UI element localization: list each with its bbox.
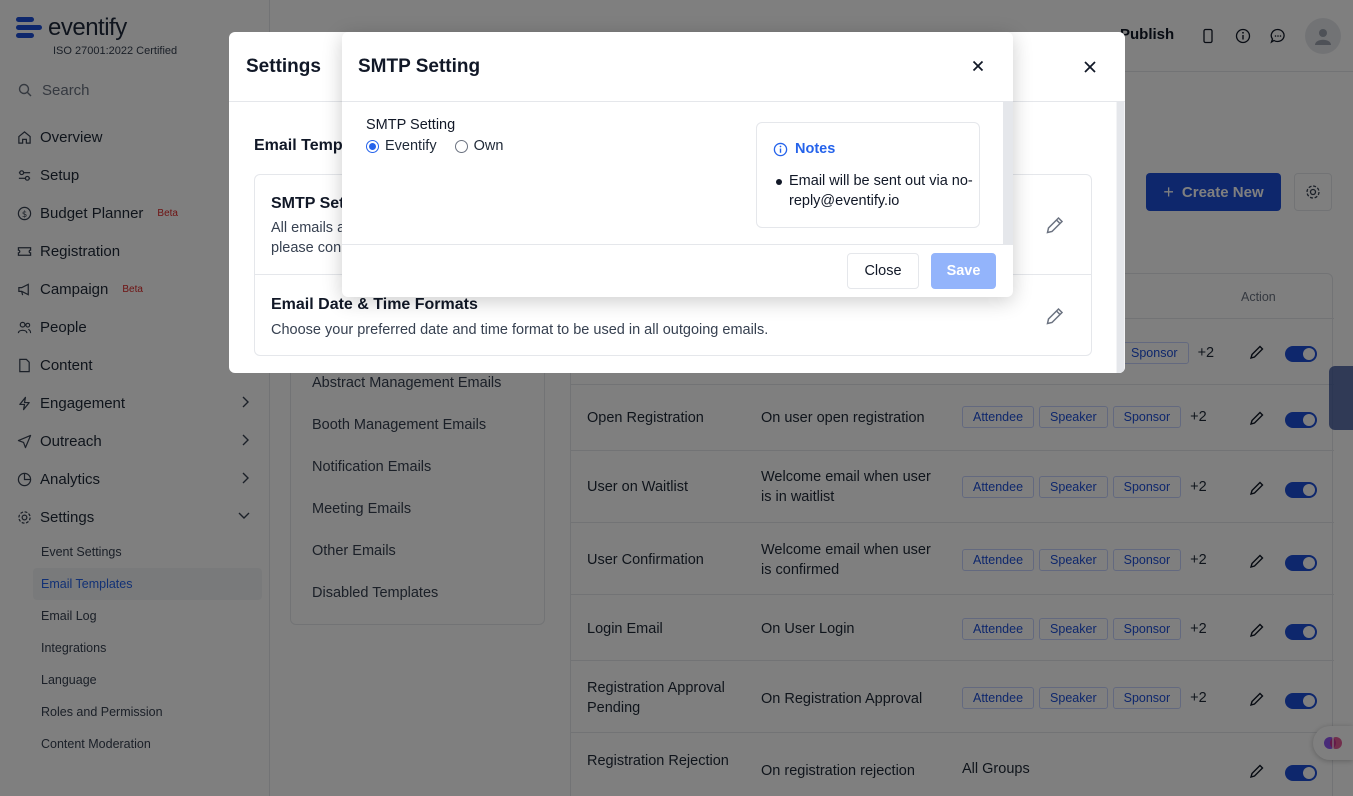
edit-icon[interactable]	[1045, 215, 1065, 235]
radio-label-own[interactable]: Own	[474, 138, 504, 154]
notes-title: Notes	[795, 141, 836, 157]
notes-box: Notes Email will be sent out via no-repl…	[756, 122, 980, 228]
card-title: Email Date & Time Formats	[271, 296, 478, 313]
divider	[342, 101, 1013, 102]
card-description: Choose your preferred date and time form…	[271, 322, 769, 338]
close-button[interactable]: Close	[847, 253, 919, 289]
smtp-option-group: Eventify Own	[366, 138, 503, 154]
settings-modal-title: Settings	[246, 56, 321, 77]
card-title: SMTP Set	[271, 195, 345, 212]
info-icon	[773, 142, 788, 157]
notes-text: Email will be sent out via no-reply@even…	[789, 173, 973, 209]
radio-own[interactable]	[454, 139, 468, 153]
smtp-modal-title: SMTP Setting	[358, 56, 481, 77]
save-button[interactable]: Save	[931, 253, 996, 289]
radio-eventify[interactable]	[366, 139, 379, 153]
close-icon[interactable]	[970, 58, 986, 74]
divider	[342, 244, 1013, 245]
edit-icon[interactable]	[1045, 306, 1065, 326]
email-templates-heading: Email Temp	[254, 137, 343, 154]
smtp-setting-modal: SMTP Setting SMTP Setting Eventify Own N…	[342, 32, 1013, 297]
smtp-setting-label: SMTP Setting	[366, 117, 456, 133]
scrollbar[interactable]	[1003, 102, 1013, 244]
scrollbar-thumb[interactable]	[1117, 102, 1124, 373]
bullet	[776, 179, 782, 185]
card-description: please con	[271, 240, 342, 256]
close-icon[interactable]	[1081, 58, 1099, 76]
card-description: All emails a	[271, 220, 346, 236]
radio-label-eventify[interactable]: Eventify	[385, 138, 437, 154]
